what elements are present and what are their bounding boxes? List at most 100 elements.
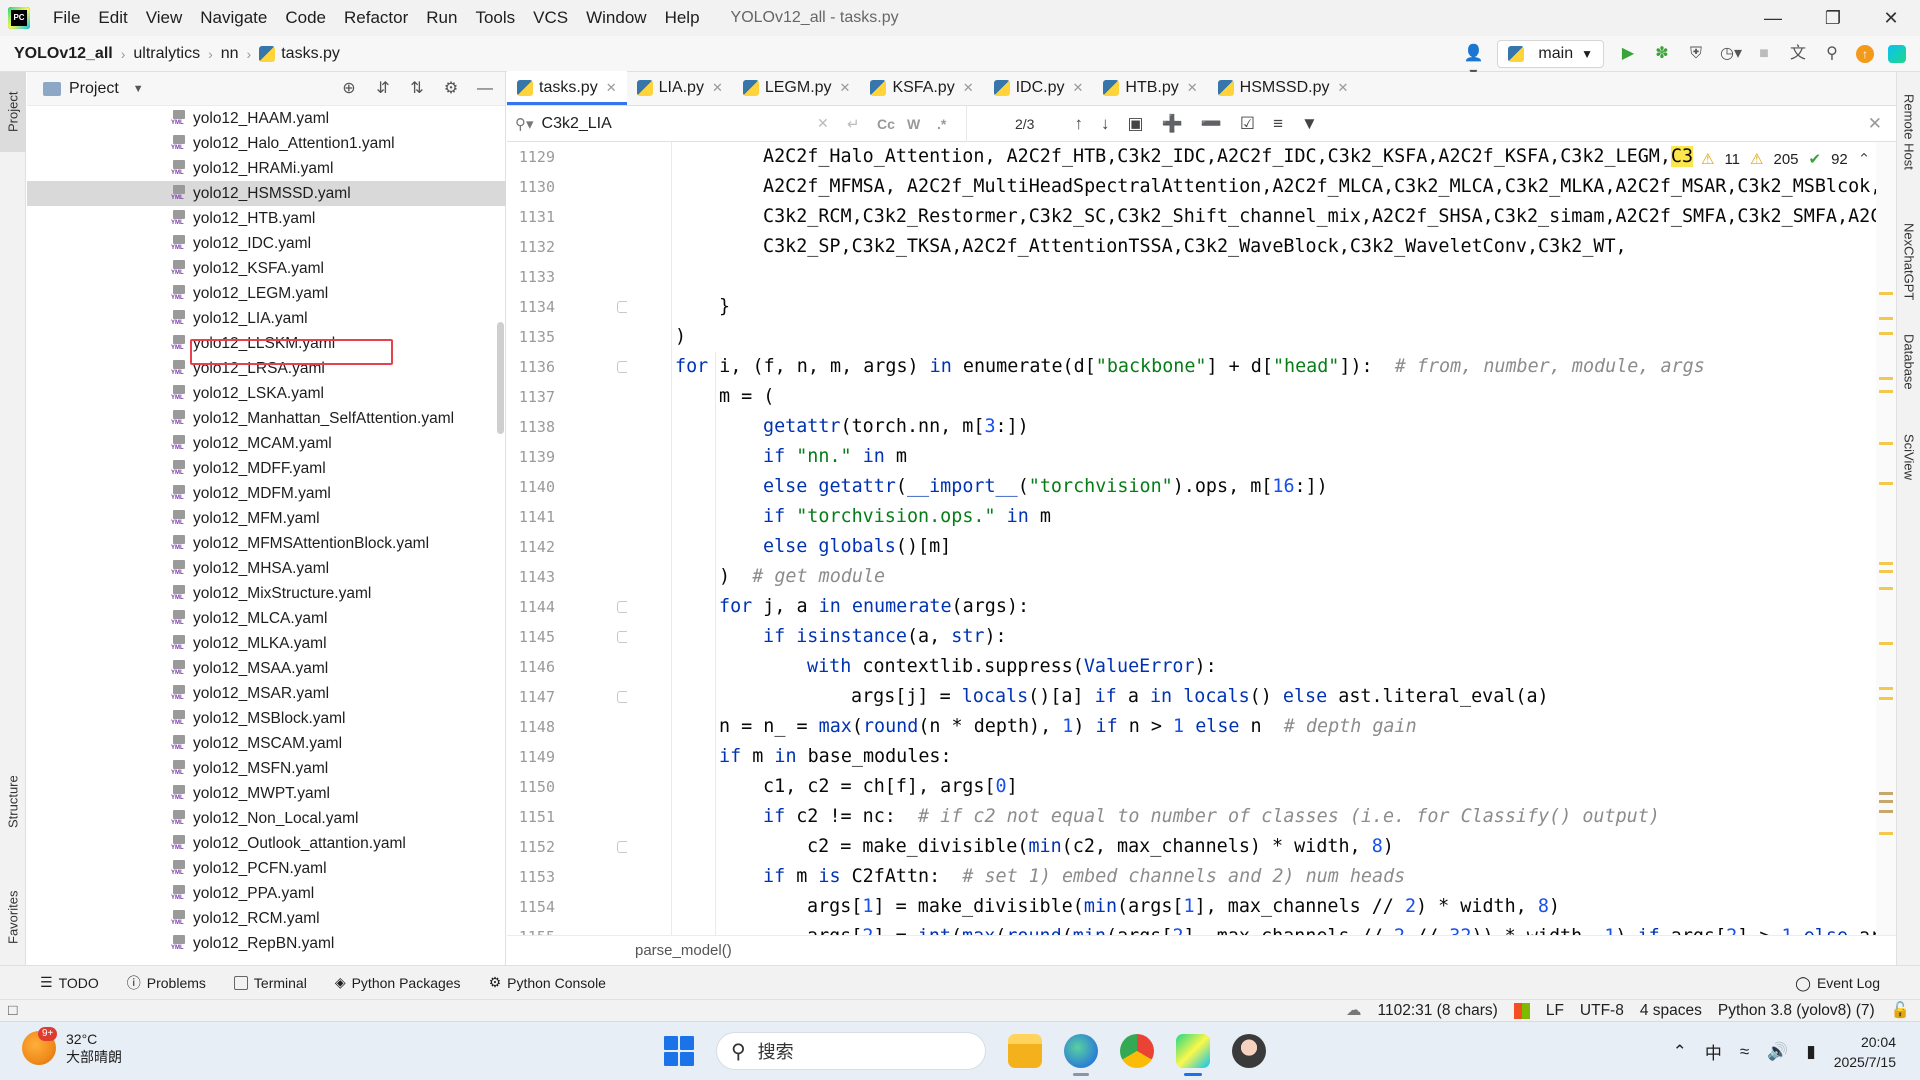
debug-icon[interactable]: ✽ — [1652, 44, 1672, 64]
tree-item[interactable]: yolo12_PCFN.yaml — [27, 856, 506, 881]
regex-toggle[interactable]: .* — [937, 116, 946, 132]
close-find-icon[interactable]: ✕ — [1868, 114, 1882, 134]
gear-icon[interactable]: ⚙ — [441, 79, 461, 99]
tree-item[interactable]: yolo12_LSKA.yaml — [27, 381, 506, 406]
chevron-up-icon[interactable]: ⌃ — [1673, 1042, 1687, 1062]
tree-item[interactable]: yolo12_MLCA.yaml — [27, 606, 506, 631]
tree-item[interactable]: yolo12_HTB.yaml — [27, 206, 506, 231]
filter-options-icon[interactable]: ≡ — [1273, 114, 1283, 134]
code-editor[interactable]: A2C2f_Halo_Attention, A2C2f_HTB,C3k2_IDC… — [627, 142, 1877, 935]
tab-tasks[interactable]: tasks.py ✕ — [507, 71, 627, 105]
python-interpreter[interactable]: Python 3.8 (yolov8) (7) — [1718, 1002, 1875, 1020]
menu-file[interactable]: File — [44, 0, 89, 36]
volume-icon[interactable]: 🔊 — [1767, 1042, 1788, 1062]
tab-idc[interactable]: IDC.py ✕ — [984, 71, 1094, 105]
menu-refactor[interactable]: Refactor — [335, 0, 417, 36]
tree-item[interactable]: yolo12_MixStructure.yaml — [27, 581, 506, 606]
tool-event-log[interactable]: ◯ Event Log — [1795, 966, 1880, 1000]
close-tab-icon[interactable]: ✕ — [712, 80, 723, 96]
ime-indicator[interactable]: 中 — [1705, 1039, 1722, 1064]
tree-item[interactable]: yolo12_HAAM.yaml — [27, 106, 506, 131]
taskbar-search[interactable]: ⚲ 搜索 — [716, 1032, 986, 1070]
next-occurrence-icon[interactable]: ↓ — [1101, 114, 1110, 134]
search-icon[interactable]: ⚲▾ — [515, 115, 534, 133]
tab-htb[interactable]: HTB.py ✕ — [1093, 71, 1207, 105]
sync-icon[interactable]: ☁ — [1346, 1001, 1362, 1020]
edge-browser-icon[interactable] — [1064, 1034, 1098, 1076]
clock[interactable]: 20:04 2025/7/15 — [1834, 1032, 1896, 1072]
previous-occurrence-icon[interactable]: ↑ — [1074, 114, 1083, 134]
tab-hsmssd[interactable]: HSMSSD.py ✕ — [1208, 71, 1359, 105]
collapse-all-icon[interactable]: ⇅ — [407, 79, 427, 99]
close-tab-icon[interactable]: ✕ — [1187, 80, 1198, 96]
tool-python-packages[interactable]: ◈ Python Packages — [335, 974, 461, 991]
lock-icon[interactable]: 🔓 — [1891, 1001, 1910, 1020]
tree-item[interactable]: yolo12_HRAMi.yaml — [27, 156, 506, 181]
fold-marker-icon[interactable] — [617, 631, 627, 643]
tree-item[interactable]: yolo12_Non_Local.yaml — [27, 806, 506, 831]
update-icon[interactable]: ↑ — [1856, 45, 1874, 63]
tree-item[interactable]: yolo12_Manhattan_SelfAttention.yaml — [27, 406, 506, 431]
error-stripe[interactable] — [1876, 142, 1896, 935]
chrome-icon[interactable] — [1120, 1034, 1154, 1068]
breadcrumb-nn[interactable]: nn — [221, 45, 239, 63]
tab-ksfa[interactable]: KSFA.py ✕ — [860, 71, 983, 105]
avatar-app-icon[interactable] — [1232, 1034, 1266, 1068]
tree-scrollbar[interactable] — [497, 322, 504, 434]
add-user-icon[interactable]: 👤▾ — [1463, 44, 1483, 82]
menu-code[interactable]: Code — [276, 0, 335, 36]
line-separator[interactable]: LF — [1546, 1002, 1564, 1020]
fold-marker-icon[interactable] — [617, 601, 627, 613]
translate-icon[interactable]: 文 — [1788, 44, 1808, 64]
weather-widget[interactable]: 9+ 32°C 大部晴朗 — [22, 1027, 122, 1066]
start-button[interactable] — [664, 1036, 694, 1066]
tab-legm[interactable]: LEGM.py ✕ — [733, 71, 861, 105]
fold-marker-icon[interactable] — [617, 841, 627, 853]
file-explorer-icon[interactable] — [1008, 1034, 1042, 1068]
tool-terminal[interactable]: Terminal — [233, 975, 307, 991]
tree-item[interactable]: yolo12_MLKA.yaml — [27, 631, 506, 656]
menu-help[interactable]: Help — [656, 0, 709, 36]
wifi-icon[interactable]: ≈ — [1740, 1042, 1749, 1062]
tool-todo[interactable]: ☰ TODO — [40, 974, 99, 991]
remove-occurrence-icon[interactable]: ➖ — [1201, 114, 1222, 134]
tree-item[interactable]: yolo12_MSBlock.yaml — [27, 706, 506, 731]
fold-marker-icon[interactable] — [617, 361, 627, 373]
tree-item[interactable]: yolo12_MFM.yaml — [27, 506, 506, 531]
tree-item[interactable]: yolo12_Halo_Attention1.yaml — [27, 131, 506, 156]
tree-item-lia[interactable]: yolo12_LIA.yaml — [27, 306, 506, 331]
close-tab-icon[interactable]: ✕ — [1073, 80, 1084, 96]
menu-window[interactable]: Window — [577, 0, 655, 36]
stop-icon[interactable]: ■ — [1754, 44, 1774, 64]
select-all-occurrences-icon[interactable]: ▣ — [1127, 114, 1143, 134]
menu-navigate[interactable]: Navigate — [191, 0, 276, 36]
tree-item-selected[interactable]: yolo12_HSMSSD.yaml — [27, 181, 506, 206]
tree-item[interactable]: yolo12_Outlook_attantion.yaml — [27, 831, 506, 856]
menu-edit[interactable]: Edit — [89, 0, 136, 36]
find-input[interactable] — [541, 114, 802, 133]
tree-item[interactable]: yolo12_RepBN.yaml — [27, 931, 506, 956]
tree-item[interactable]: yolo12_MSFN.yaml — [27, 756, 506, 781]
menu-run[interactable]: Run — [417, 0, 466, 36]
layout-toggle-icon[interactable]: □ — [8, 1002, 17, 1020]
tree-item[interactable]: yolo12_MSCAM.yaml — [27, 731, 506, 756]
tree-item[interactable]: yolo12_MFMSAttentionBlock.yaml — [27, 531, 506, 556]
tree-item[interactable]: yolo12_MCAM.yaml — [27, 431, 506, 456]
tree-item[interactable]: yolo12_MSAA.yaml — [27, 656, 506, 681]
tree-item[interactable]: yolo12_MDFM.yaml — [27, 481, 506, 506]
close-tab-icon[interactable]: ✕ — [606, 80, 617, 96]
tab-lia[interactable]: LIA.py ✕ — [627, 71, 733, 105]
close-tab-icon[interactable]: ✕ — [963, 80, 974, 96]
inspection-widget[interactable]: ⚠ 11 ⚠ 205 ✔ 92 ⌃ ⌄ — [1695, 148, 1899, 170]
tab-nexchatgpt[interactable]: NexChatGPT — [1897, 212, 1920, 312]
tree-item[interactable]: yolo12_MWPT.yaml — [27, 781, 506, 806]
minimize-icon[interactable]: — — [1744, 0, 1802, 36]
hide-icon[interactable]: — — [475, 79, 495, 99]
fold-marker-icon[interactable] — [617, 691, 627, 703]
tab-project[interactable]: Project — [0, 72, 26, 152]
chevron-up-icon[interactable]: ⌃ — [1858, 150, 1871, 168]
close-tab-icon[interactable]: ✕ — [840, 80, 851, 96]
tree-item[interactable]: yolo12_LEGM.yaml — [27, 281, 506, 306]
menu-view[interactable]: View — [137, 0, 192, 36]
profile-icon[interactable]: ◷▾ — [1720, 44, 1742, 64]
